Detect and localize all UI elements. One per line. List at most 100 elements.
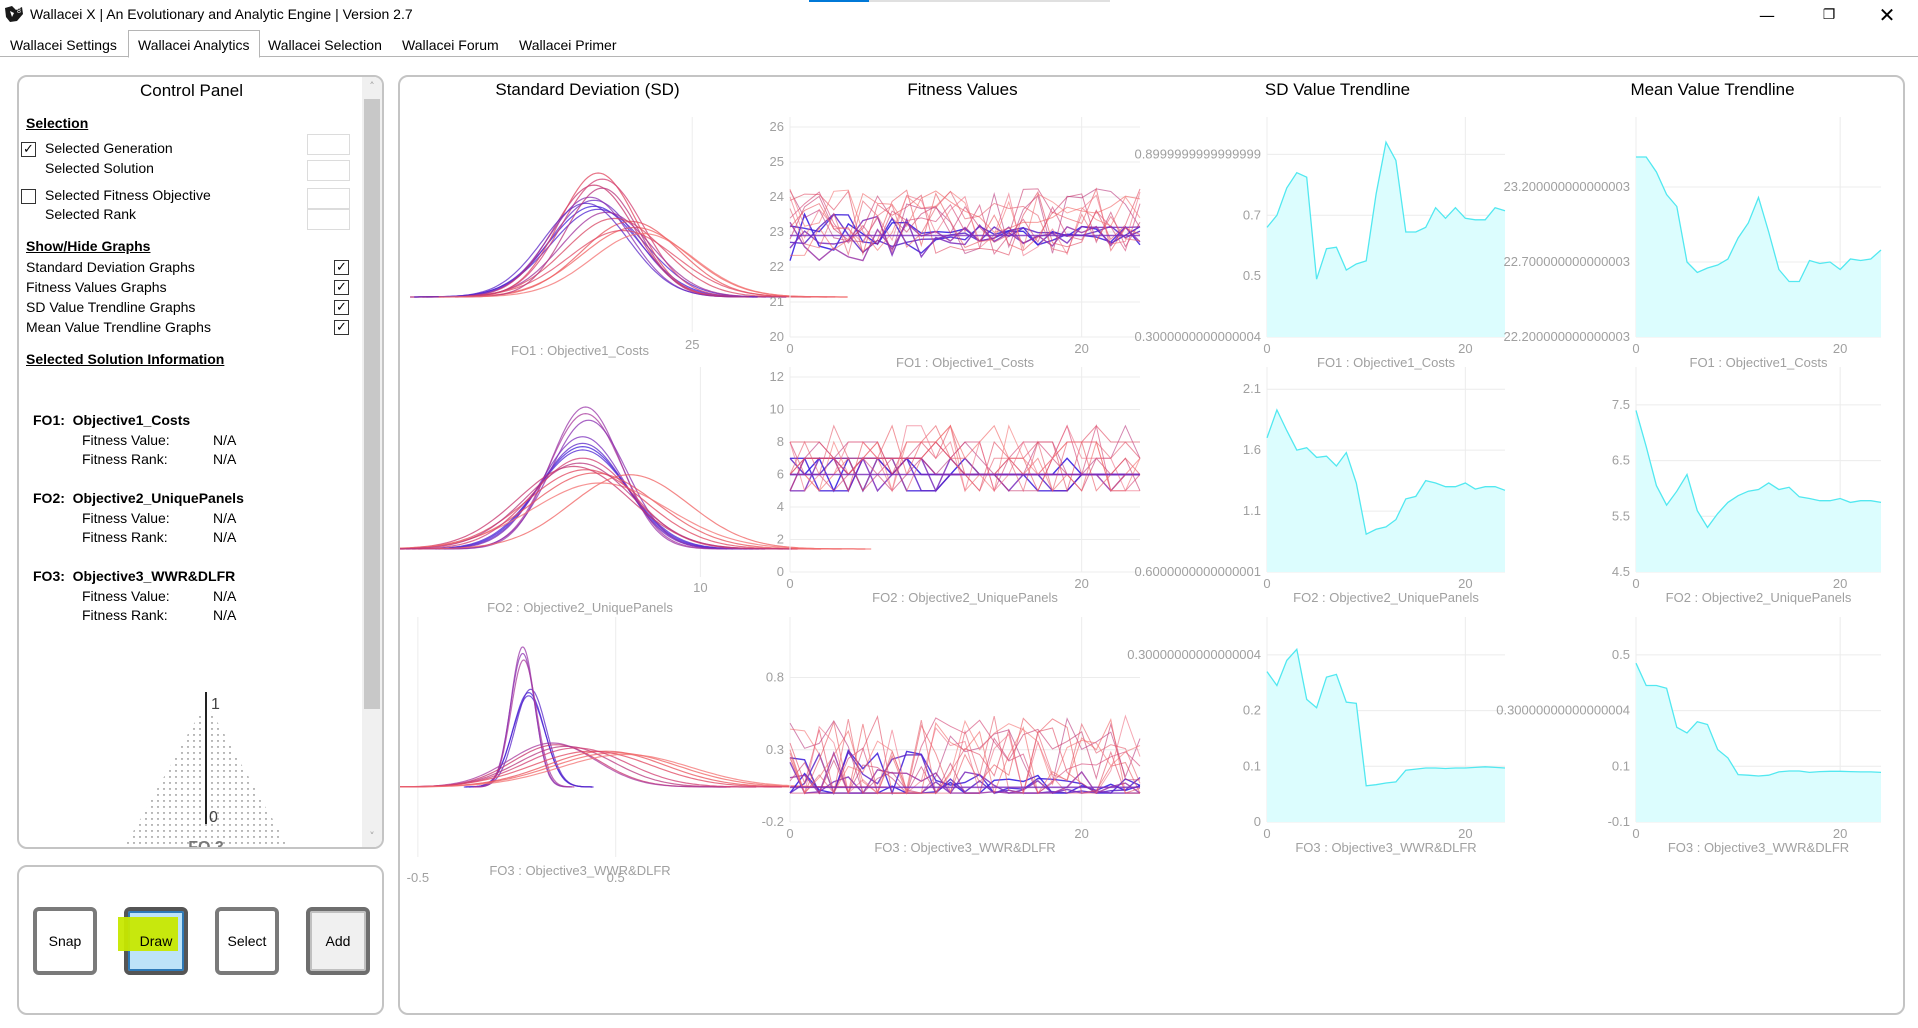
x-tick-label: 20 [1458,826,1472,841]
scroll-down-arrow-icon[interactable]: ˅ [362,827,382,847]
trend-area [1267,142,1505,337]
selected-rank-input[interactable] [307,209,350,230]
fitness-graphs-checkbox[interactable]: ✓ [334,280,349,295]
scroll-up-arrow-icon[interactable]: ˄ [362,77,382,97]
control-panel-scrollbar[interactable]: ˄ ˅ [362,77,382,847]
y-tick-label: 7.5 [1612,397,1630,412]
y-tick-label: 24 [770,189,784,204]
x-axis-label: FO1 : Objective1_Costs [1690,355,1828,370]
minimize-icon: — [1759,5,1775,25]
y-tick-label: 6 [777,467,784,482]
y-tick-label: 0.30000000000000004 [1496,703,1630,718]
y-tick-label: 0.3 [766,742,784,757]
close-icon: ✕ [1878,3,1896,27]
y-tick-label: 20 [770,329,784,344]
scroll-thumb[interactable] [364,99,380,709]
radar-bottom-label: 0 [209,809,218,826]
x-tick-label: 0 [1632,341,1639,356]
y-tick-label: 5.5 [1612,508,1630,523]
x-tick-label: 0 [1263,576,1270,591]
x-tick-label: 0 [1632,826,1639,841]
y-tick-label: -0.1 [1608,814,1630,829]
y-tick-label: 26 [770,119,784,134]
chart-sd-row-2 [400,367,872,577]
x-tick-label: 20 [1074,826,1088,841]
sd-graphs-label: Standard Deviation Graphs [26,259,195,275]
tab-wallacei-settings[interactable]: Wallacei Settings [1,33,126,57]
y-tick-label: 0.1 [1612,758,1630,773]
selected-generation-checkbox[interactable]: ✓ [21,142,36,157]
selected-fitness-objective-checkbox[interactable] [21,189,36,204]
check-icon: ✓ [336,260,347,275]
selected-rank-label: Selected Rank [45,206,137,222]
x-axis-label: FO2 : Objective2_UniquePanels [1666,590,1852,605]
fitness-value: N/A [213,432,237,448]
fitness-value: N/A [213,588,237,604]
y-tick-label: 8 [777,434,784,449]
chart-fitness-row-3 [789,617,1141,823]
selected-generation-input[interactable] [307,134,350,155]
selected-solution-label: Selected Solution [45,160,154,176]
check-icon: ✓ [336,320,347,335]
chart-trend-row-2 [1266,367,1506,573]
fitness-series-line [789,190,1141,256]
distribution-curve [411,442,754,550]
distribution-curve [400,465,798,550]
progress-fill [809,0,870,2]
distribution-curve [455,187,750,298]
distribution-curve [400,472,842,550]
wallacei-app-icon: 8 [5,6,23,22]
fitness-rank-label: Fitness Rank: [82,529,168,545]
y-tick-label: 10 [770,402,784,417]
chart-trend-row-1 [1266,117,1506,338]
tab-wallacei-primer[interactable]: Wallacei Primer [510,33,626,57]
x-tick-label: 20 [1833,341,1847,356]
fitness-rank: N/A [213,529,237,545]
y-tick-label: 0.1 [1243,758,1261,773]
check-icon: ✓ [336,300,347,315]
solution-info-heading: Selected Solution Information [26,351,225,367]
trend-area [1636,157,1881,337]
x-axis-label: FO3 : Objective3_WWR&DLFR [1295,840,1476,855]
objective-name: Objective2_UniquePanels [72,490,244,506]
y-tick-label: 1.1 [1243,503,1261,518]
y-tick-label: 0.7 [1243,207,1261,222]
fitness-rank: N/A [213,607,237,623]
sd-graphs-checkbox[interactable]: ✓ [334,260,349,275]
selected-solution-input[interactable] [307,160,350,181]
fitness-series-line [789,441,1141,492]
fitness-rank-label: Fitness Rank: [82,451,168,467]
sd-trendline-graphs-checkbox[interactable]: ✓ [334,300,349,315]
x-axis-label: FO3 : Objective3_WWR&DLFR [1668,840,1849,855]
fitness-value-label: Fitness Value: [82,432,170,448]
y-tick-label: 23 [770,224,784,239]
restore-icon: ❐ [1822,7,1836,23]
selected-fitness-objective-input[interactable] [307,188,350,209]
y-tick-label: 1.6 [1243,442,1261,457]
select-button[interactable]: Select [215,907,279,975]
snap-button[interactable]: Snap [33,907,97,975]
x-axis-label: FO3 : Objective3_WWR&DLFR [874,840,1055,855]
y-tick-label: 22 [770,259,784,274]
mean-trendline-graphs-checkbox[interactable]: ✓ [334,320,349,335]
x-tick-label: 20 [1458,341,1472,356]
tab-wallacei-analytics[interactable]: Wallacei Analytics [128,30,260,58]
chart-trend-row-1 [1635,117,1882,338]
draw-button[interactable]: Draw [118,907,188,975]
chart-trend-row-3 [1266,617,1506,823]
close-button[interactable]: ✕ [1864,0,1910,30]
minimize-button[interactable]: — [1744,0,1790,30]
y-tick-label: 22.700000000000003 [1503,254,1630,269]
add-button[interactable]: Add [306,907,370,975]
show-hide-heading: Show/Hide Graphs [26,238,151,254]
x-axis-label: FO2 : Objective2_UniquePanels [1293,590,1479,605]
y-tick-label: 4.5 [1612,564,1630,579]
trend-area [1636,410,1881,572]
tab-wallacei-selection[interactable]: Wallacei Selection [259,33,391,57]
y-tick-label: 0.30000000000000004 [1127,647,1261,662]
y-tick-label: -0.2 [762,814,784,829]
x-tick-label: 10 [693,580,707,595]
tab-wallacei-forum[interactable]: Wallacei Forum [393,33,508,57]
restore-button[interactable]: ❐ [1806,0,1852,30]
y-tick-label: 25 [770,154,784,169]
